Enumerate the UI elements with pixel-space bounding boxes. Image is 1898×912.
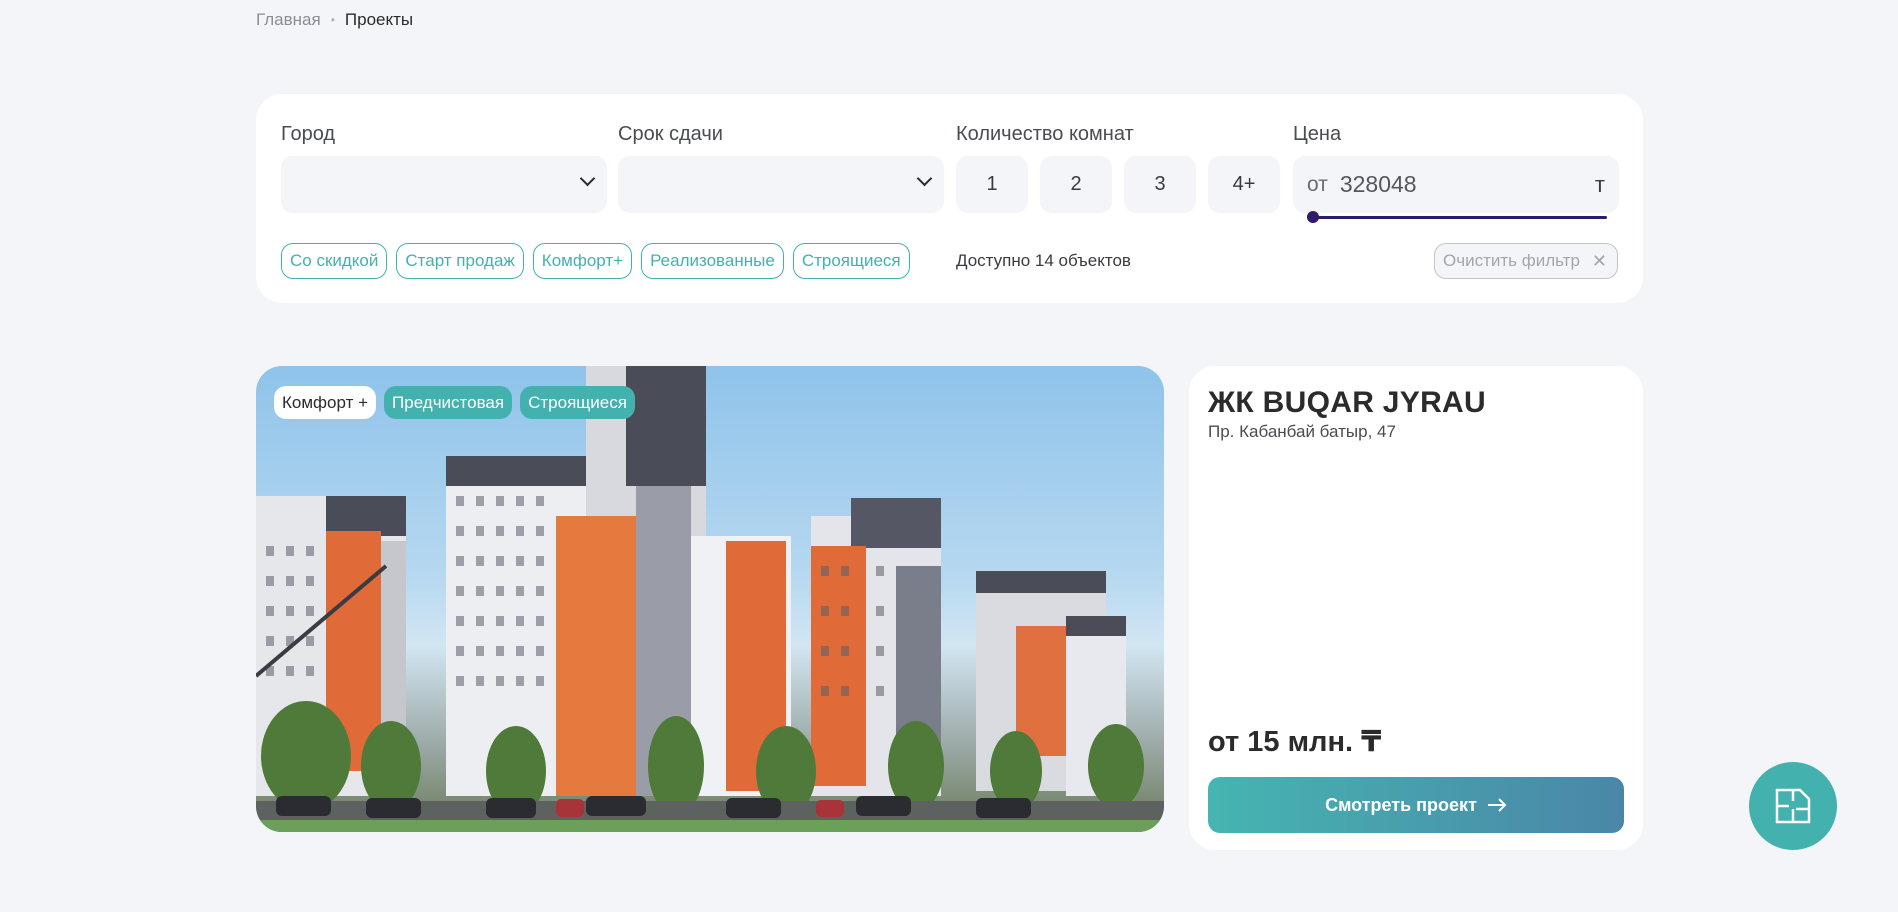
close-icon: ✕ xyxy=(1591,250,1607,271)
rooms-options: 1 2 3 4+ xyxy=(956,156,1280,213)
tag-completed[interactable]: Реализованные xyxy=(641,243,784,279)
price-currency: т xyxy=(1594,172,1605,197)
price-input[interactable]: от 328048 т xyxy=(1293,156,1619,223)
tag-filters: Со скидкой Старт продаж Комфорт+ Реализо… xyxy=(281,243,910,279)
floor-plan-button[interactable] xyxy=(1749,762,1837,850)
city-filter: Город xyxy=(281,122,607,213)
tag-discount[interactable]: Со скидкой xyxy=(281,243,388,279)
room-option-4plus[interactable]: 4+ xyxy=(1208,156,1280,213)
clear-filter-label: Очистить фильтр xyxy=(1443,251,1580,270)
chevron-down-icon xyxy=(579,170,596,187)
price-from-label: от xyxy=(1307,172,1328,196)
price-slider-handle[interactable] xyxy=(1307,211,1319,223)
available-count: Доступно 14 объектов xyxy=(956,251,1131,270)
room-option-1[interactable]: 1 xyxy=(956,156,1028,213)
price-label: Цена xyxy=(1293,123,1342,145)
project-title[interactable]: ЖК BUQAR JYRAU xyxy=(1208,386,1486,420)
deadline-select[interactable] xyxy=(618,156,944,213)
arrow-right-icon xyxy=(1487,798,1507,812)
price-slider-track[interactable] xyxy=(1311,216,1607,219)
deadline-label: Срок сдачи xyxy=(618,123,723,145)
view-project-button[interactable]: Смотреть проект xyxy=(1208,777,1624,833)
badge-under-construction: Строящиеся xyxy=(520,386,635,419)
deadline-filter: Срок сдачи xyxy=(618,122,944,213)
tag-sales-start[interactable]: Старт продаж xyxy=(396,243,524,279)
project-image[interactable]: Комфорт + Предчистовая Строящиеся xyxy=(256,366,1164,832)
breadcrumb-home-link[interactable]: Главная xyxy=(256,10,321,30)
rooms-label: Количество комнат xyxy=(956,123,1134,145)
breadcrumb-current: Проекты xyxy=(344,10,414,29)
badge-prefinish: Предчистовая xyxy=(384,386,513,419)
building-illustration xyxy=(256,366,1164,832)
rooms-filter: Количество комнат 1 2 3 4+ xyxy=(956,122,1280,213)
price-value[interactable]: 328048 xyxy=(1340,171,1417,198)
clear-filter-button[interactable]: Очистить фильтр ✕ xyxy=(1434,243,1618,279)
filter-panel: Город Срок сдачи Количество комнат 1 2 3… xyxy=(256,94,1643,303)
room-option-2[interactable]: 2 xyxy=(1040,156,1112,213)
tag-comfort-plus[interactable]: Комфорт+ xyxy=(532,243,633,279)
room-option-3[interactable]: 3 xyxy=(1124,156,1196,213)
price-filter: Цена от 328048 т xyxy=(1293,122,1619,223)
project-card: ЖК BUQAR JYRAU Пр. Кабанбай батыр, 47 от… xyxy=(1189,366,1643,850)
project-badges: Комфорт + Предчистовая Строящиеся xyxy=(274,386,635,419)
city-label: Город xyxy=(281,123,336,145)
project-price: от 15 млн. ₸ xyxy=(1208,726,1382,758)
view-project-label: Смотреть проект xyxy=(1325,794,1477,815)
city-select[interactable] xyxy=(281,156,607,213)
tag-under-construction[interactable]: Строящиеся xyxy=(792,243,910,279)
chevron-down-icon xyxy=(916,170,933,187)
floor-plan-icon xyxy=(1775,788,1811,824)
project-address: Пр. Кабанбай батыр, 47 xyxy=(1208,422,1396,441)
breadcrumb-separator: • xyxy=(330,13,335,27)
breadcrumb: Главная • Проекты xyxy=(256,10,413,30)
badge-comfort-plus: Комфорт + xyxy=(274,386,377,419)
